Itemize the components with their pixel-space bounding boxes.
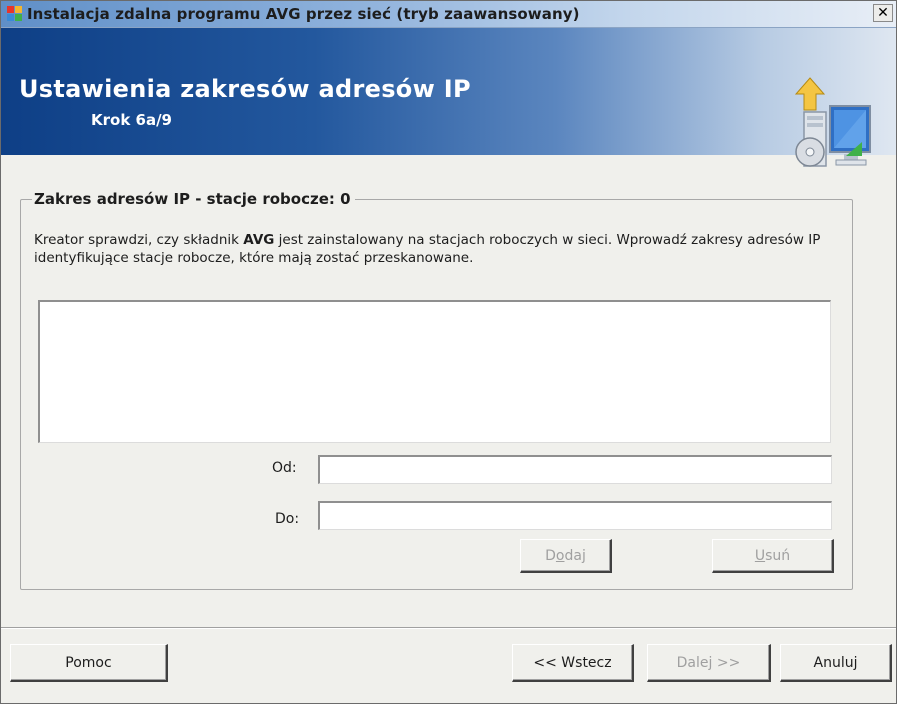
description-text: Kreator sprawdzi, czy składnik AVG jest …: [34, 232, 821, 266]
header-banner: Ustawienia zakresów adresów IP Krok 6a/9: [1, 28, 896, 167]
next-button[interactable]: Dalej >>: [647, 644, 771, 682]
title-bar[interactable]: Instalacja zdalna programu AVG przez sie…: [1, 1, 896, 28]
window-title: Instalacja zdalna programu AVG przez sie…: [27, 5, 580, 23]
ip-range-list[interactable]: [38, 300, 831, 443]
footer-separator: [1, 627, 896, 629]
close-icon: ✕: [877, 5, 889, 21]
page-title: Ustawienia zakresów adresów IP: [19, 75, 471, 103]
to-label: Do:: [275, 511, 300, 527]
computer-install-icon: [794, 77, 871, 167]
groupbox-legend: Zakres adresów IP - stacje robocze: 0: [32, 190, 355, 208]
from-label: Od:: [272, 460, 297, 476]
cancel-button[interactable]: Anuluj: [780, 644, 892, 682]
from-ip-input[interactable]: [318, 455, 832, 484]
back-button[interactable]: << Wstecz: [512, 644, 634, 682]
help-button[interactable]: Pomoc: [10, 644, 168, 682]
installer-window: Instalacja zdalna programu AVG przez sie…: [0, 0, 897, 704]
to-ip-input[interactable]: [318, 501, 832, 530]
avg-app-icon: [7, 6, 23, 22]
step-indicator: Krok 6a/9: [91, 111, 172, 129]
close-button[interactable]: ✕: [873, 4, 893, 22]
add-range-button[interactable]: Dodaj: [520, 539, 612, 573]
remove-range-button[interactable]: Usuń: [712, 539, 834, 573]
avg-bold-text: AVG: [243, 232, 275, 248]
